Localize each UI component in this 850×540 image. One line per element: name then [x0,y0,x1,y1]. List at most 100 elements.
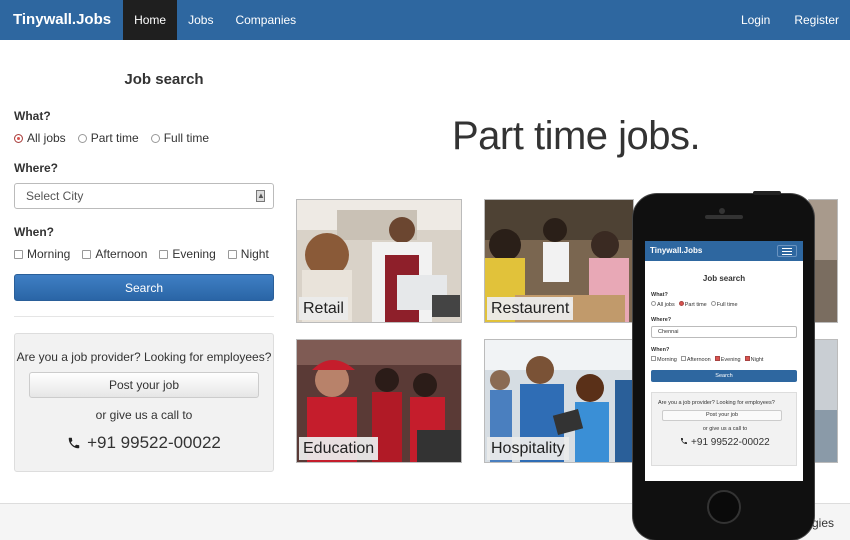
phone-number-row: +91 99522-00022 [15,433,273,453]
checkbox-indicator[interactable] [159,249,169,259]
divider [14,316,274,317]
power-button [753,191,781,195]
nav-right: Login Register [728,0,850,40]
radio-part-time[interactable]: Part time [77,131,139,145]
speaker-grille [705,215,743,219]
when-label: When? [14,225,54,239]
mobile-checkbox-night[interactable]: Night [744,356,764,363]
search-button[interactable]: Search [14,274,274,301]
tile-caption: Education [299,437,379,460]
when-options: Morning Afternoon Evening Night [14,247,274,261]
tile-caption: Hospitality [487,437,569,460]
what-options: All jobs Part time Full time [14,131,274,145]
post-job-button[interactable]: Post your job [29,372,259,398]
mobile-city-input[interactable]: Chennai [651,326,797,338]
mobile-phone-row: +91 99522-00022 [658,437,792,448]
radio-indicator[interactable] [14,133,23,143]
nav-home[interactable]: Home [123,0,178,40]
radio-label: All jobs [657,302,675,308]
mobile-post-job-button[interactable]: Post your job [662,410,782,421]
checkbox-afternoon[interactable]: Afternoon [82,247,147,261]
checkbox-label: Night [240,247,269,261]
mobile-what-options: All jobs Part time Full time [651,301,803,308]
checkbox-morning[interactable]: Morning [14,247,70,261]
checkbox-label: Morning [27,247,71,261]
phone-icon [68,437,80,449]
checkbox-label: Evening [720,357,741,363]
brand-logo[interactable]: Tinywall.Jobs [0,0,123,40]
radio-indicator[interactable] [77,133,87,143]
tile-retail[interactable]: Retail [296,199,462,323]
mobile-checkbox-evening[interactable]: Evening [714,356,741,363]
checkbox-indicator[interactable] [744,356,750,361]
checkbox-label: Morning [657,357,677,363]
mobile-provider-text: Are you a job provider? Looking for empl… [658,400,775,406]
checkbox-night[interactable]: Night [227,247,269,261]
job-search-panel: Job search What? All jobs Part time Full… [14,40,274,472]
mobile-where-label: Where? [651,317,672,323]
provider-text: Are you a job provider? Looking for empl… [16,350,272,364]
city-select[interactable]: Select City ▲ [14,183,274,209]
checkbox-indicator[interactable] [714,356,720,361]
tile-restaurent[interactable]: Restaurent [484,199,634,323]
radio-label: Full time [163,131,210,145]
checkbox-evening[interactable]: Evening [159,247,216,261]
nav-login[interactable]: Login [728,0,781,40]
mobile-what-label: What? [651,292,668,298]
city-select-value: Select City [26,189,84,203]
mobile-radio-full-time[interactable]: Full time [710,301,738,308]
phone-number: +91 99522-00022 [87,433,221,452]
checkbox-indicator[interactable] [651,356,656,361]
smartphone-mockup: Tinywall.Jobs Job search What? All jobs … [633,191,814,540]
mobile-when-label: When? [651,347,670,353]
radio-indicator[interactable] [710,301,716,306]
mobile-radio-all-jobs[interactable]: All jobs [651,301,675,308]
nav-jobs[interactable]: Jobs [177,0,224,40]
mobile-phone-number: +91 99522-00022 [691,437,770,448]
checkbox-label: Afternoon [686,357,711,363]
radio-label: Full time [716,302,738,308]
checkbox-indicator[interactable] [680,356,686,361]
mobile-brand[interactable]: Tinywall.Jobs [650,246,702,255]
mobile-checkbox-morning[interactable]: Morning [651,356,677,363]
tile-caption: Retail [299,297,348,320]
radio-indicator[interactable] [678,301,684,306]
checkbox-label: Night [750,357,764,363]
mobile-navbar: Tinywall.Jobs [645,241,803,261]
mobile-when-options: Morning Afternoon Evening Night [651,356,803,363]
radio-indicator[interactable] [150,133,160,143]
tile-hospitality[interactable]: Hospitality [484,339,634,463]
tile-caption: Restaurent [487,297,574,320]
mobile-radio-part-time[interactable]: Part time [678,301,707,308]
call-text: or give us a call to [95,408,193,422]
radio-label: Part time [684,302,707,308]
camera-icon [719,208,725,214]
mobile-job-search-title: Job search [702,274,746,283]
phone-icon [681,438,688,444]
radio-full-time[interactable]: Full time [150,131,210,145]
mobile-checkbox-afternoon[interactable]: Afternoon [680,356,711,363]
mobile-search-button[interactable]: Search [651,370,797,382]
mobile-provider-panel: Are you a job provider? Looking for empl… [651,392,797,466]
radio-label: Part time [90,131,139,145]
job-search-title: Job search [124,71,204,88]
checkbox-indicator[interactable] [227,249,237,259]
where-label: Where? [14,161,59,175]
radio-label: All jobs [27,131,66,145]
nav-register[interactable]: Register [781,0,850,40]
top-navbar: Tinywall.Jobs Home Jobs Companies Login … [0,0,850,40]
home-button [707,490,741,524]
what-label: What? [14,109,51,123]
checkbox-indicator[interactable] [82,249,92,259]
hamburger-menu-icon[interactable] [777,245,797,257]
headline: Part time jobs. [452,114,701,158]
tile-education[interactable]: Education [296,339,462,463]
radio-indicator[interactable] [651,301,656,306]
nav-companies[interactable]: Companies [224,0,307,40]
phone-screen: Tinywall.Jobs Job search What? All jobs … [645,241,803,481]
radio-all-jobs[interactable]: All jobs [14,131,66,145]
checkbox-label: Evening [172,247,216,261]
mobile-call-text: or give us a call to [702,426,748,432]
select-arrow-icon[interactable]: ▲ [256,190,265,202]
checkbox-indicator[interactable] [14,249,23,259]
